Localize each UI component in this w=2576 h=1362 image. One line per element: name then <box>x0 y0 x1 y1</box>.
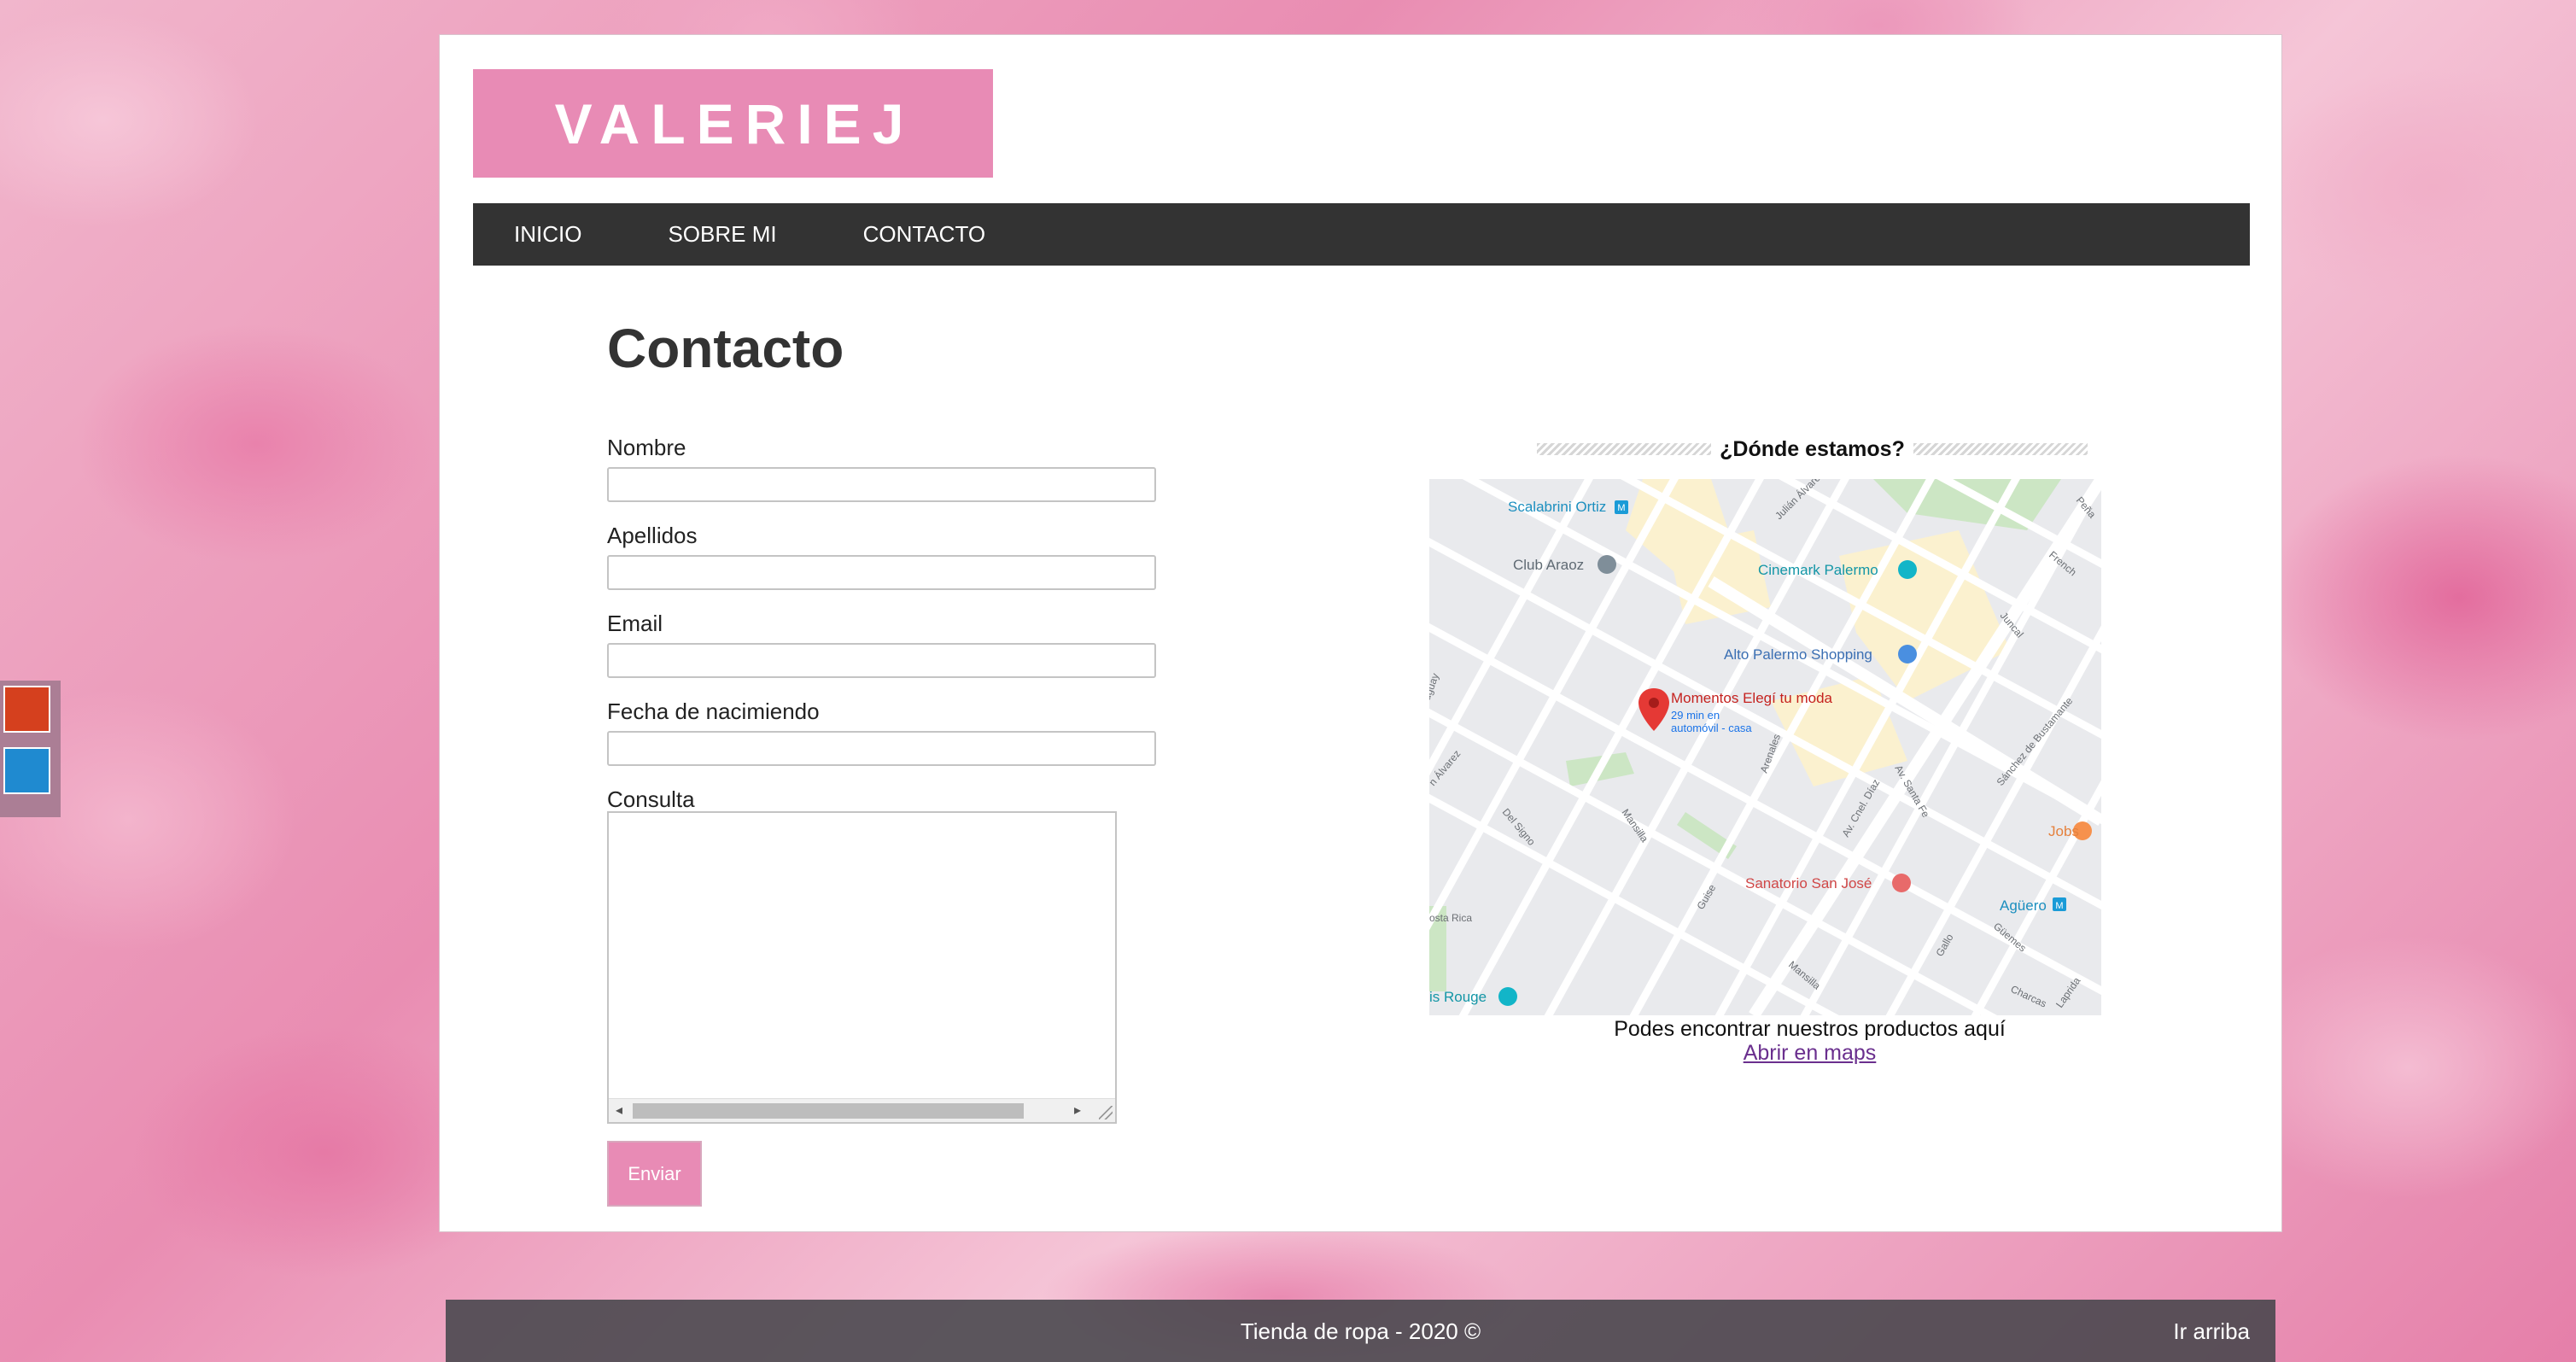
map-label-alto: Alto Palermo Shopping <box>1724 646 1872 663</box>
theme-swatch-blue[interactable] <box>3 747 50 794</box>
nombre-input[interactable] <box>607 467 1156 502</box>
map-label-scalabrini: Scalabrini Ortiz <box>1508 499 1606 515</box>
scroll-right-icon[interactable]: ▸ <box>1074 1102 1081 1119</box>
footer-copyright: Tienda de ropa - 2020 © <box>1240 1318 1481 1344</box>
footer: Tienda de ropa - 2020 © Ir arriba <box>446 1300 2275 1362</box>
scrollbar-thumb[interactable] <box>633 1103 1024 1119</box>
map-marker-line2: automóvil - casa <box>1671 722 1752 734</box>
map-label-club: Club Araoz <box>1513 557 1584 573</box>
map-marker-title: Momentos Elegí tu moda <box>1671 690 1833 706</box>
open-in-maps-link[interactable]: Abrir en maps <box>1429 1041 2190 1066</box>
consulta-label: Consulta <box>607 786 695 812</box>
scroll-left-icon[interactable]: ◂ <box>616 1102 622 1119</box>
map-label-rouge: is Rouge <box>1429 989 1487 1005</box>
map-heading: ¿Dónde estamos? <box>1537 436 2088 462</box>
apellidos-input[interactable] <box>607 555 1156 590</box>
nav-item-inicio[interactable]: INICIO <box>514 221 623 248</box>
theme-swatch-red[interactable] <box>3 686 50 733</box>
nombre-label: Nombre <box>607 435 686 460</box>
map-label-jobs: Jobs <box>2048 823 2079 839</box>
email-input[interactable] <box>607 643 1156 678</box>
site-logo[interactable]: VALERIEJ <box>473 69 993 178</box>
nav-item-contacto[interactable]: CONTACTO <box>863 221 1027 248</box>
birthdate-label: Fecha de nacimiendo <box>607 699 820 724</box>
heading-stripe-right <box>1913 443 2088 455</box>
submit-button[interactable]: Enviar <box>607 1141 702 1207</box>
apellidos-label: Apellidos <box>607 523 698 548</box>
subway-icon-1: M <box>1617 503 1625 513</box>
map-caption: Podes encontrar nuestros productos aquí <box>1614 1017 2006 1041</box>
email-label: Email <box>607 611 663 636</box>
map-label-cinemark: Cinemark Palermo <box>1758 562 1878 578</box>
map-heading-text: ¿Dónde estamos? <box>1720 436 1905 461</box>
location-map[interactable]: M Scalabrini Ortiz Club Araoz Cinemark P… <box>1429 479 2101 1015</box>
map-marker-line1: 29 min en <box>1671 709 1720 722</box>
back-to-top-link[interactable]: Ir arriba <box>2173 1318 2250 1345</box>
heading-stripe-left <box>1537 443 1712 455</box>
resize-grip-icon[interactable] <box>1099 1106 1113 1119</box>
page-container: VALERIEJ INICIO SOBRE MI CONTACTO Contac… <box>439 34 2282 1232</box>
map-label-sanatorio: Sanatorio San José <box>1745 875 1872 891</box>
textarea-horizontal-scrollbar[interactable]: ◂ ▸ <box>609 1098 1115 1122</box>
theme-color-picker <box>0 681 61 817</box>
birthdate-input[interactable] <box>607 731 1156 766</box>
street-costa-rica: osta Rica <box>1429 912 1472 924</box>
consulta-textarea[interactable]: ◂ ▸ <box>607 811 1117 1124</box>
main-navbar: INICIO SOBRE MI CONTACTO <box>473 203 2250 266</box>
subway-icon-2: M <box>2055 901 2063 911</box>
page-title: Contacto <box>607 318 844 379</box>
nav-item-sobre-mi[interactable]: SOBRE MI <box>668 221 818 248</box>
map-label-aguero: Agüero <box>2000 897 2047 914</box>
